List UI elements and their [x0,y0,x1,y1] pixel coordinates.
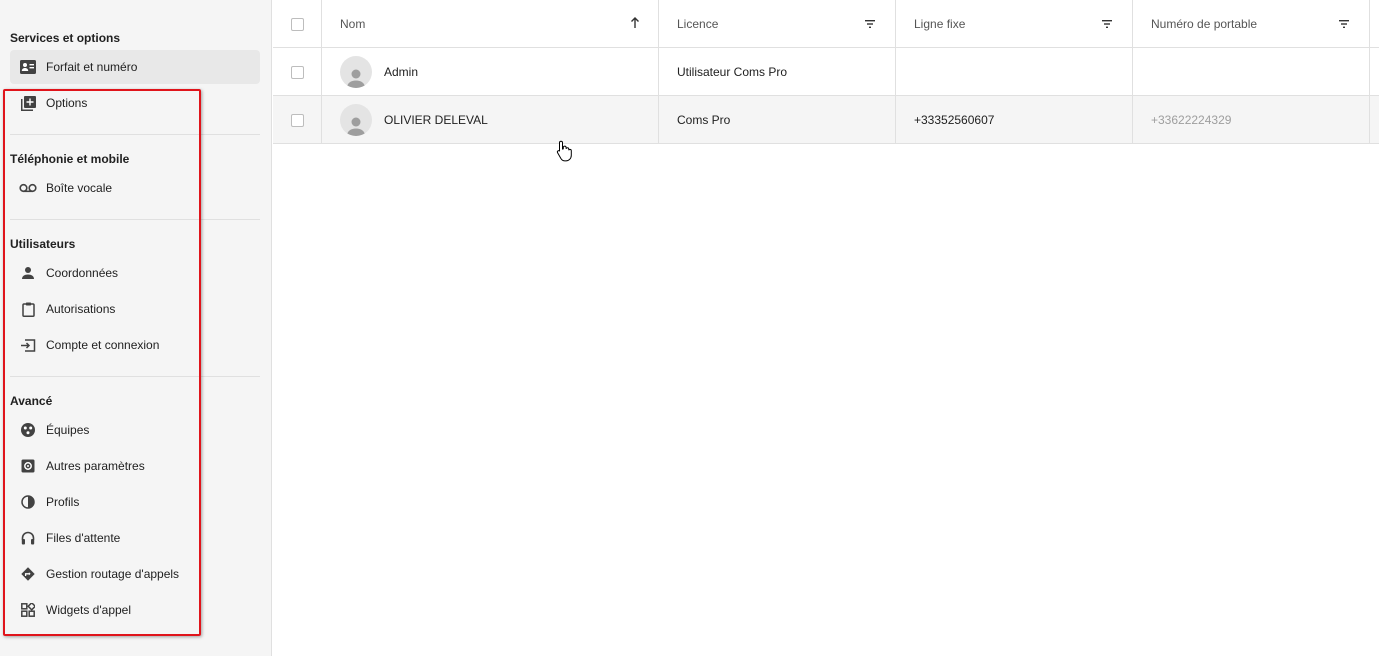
voicemail-icon [10,183,46,193]
library-add-icon [10,95,46,111]
sidebar-item-label: Widgets d'appel [46,603,132,617]
avatar [340,104,372,136]
column-header-extra [1370,0,1379,48]
cell-licence: Coms Pro [659,96,896,144]
avatar [340,56,372,88]
licence-value: Coms Pro [677,113,731,127]
person-icon [10,267,46,279]
sidebar-item-files-attente[interactable]: Files d'attente [10,521,260,555]
column-header-ligne-fixe[interactable]: Ligne fixe [896,0,1133,48]
select-all-checkbox[interactable] [290,17,304,31]
sidebar-item-coordonnees[interactable]: Coordonnées [10,256,260,290]
sidebar-item-widgets[interactable]: Widgets d'appel [10,593,260,627]
sidebar-item-label: Boîte vocale [46,181,113,195]
sidebar-item-label: Options [46,96,88,110]
cell-ligne-fixe [896,48,1133,96]
sidebar-item-compte[interactable]: Compte et connexion [10,328,260,362]
directions-icon [10,567,46,581]
sidebar-item-boite-vocale[interactable]: Boîte vocale [10,171,260,205]
sidebar-item-label: Profils [46,495,80,509]
licence-value: Utilisateur Coms Pro [677,65,788,79]
sidebar-divider [10,376,260,377]
cell-nom: OLIVIER DELEVAL [322,96,659,144]
user-name: Admin [384,65,419,79]
cell-licence: Utilisateur Coms Pro [659,48,896,96]
section-title-utilisateurs: Utilisateurs [10,237,76,251]
sidebar-item-routage[interactable]: Gestion routage d'appels [10,557,260,591]
ligne-fixe-value: +33352560607 [914,113,995,127]
sidebar-item-label: Coordonnées [46,266,119,280]
sidebar-item-label: Files d'attente [46,531,121,545]
cell-portable: +33622224329 [1133,96,1370,144]
row-checkbox-cell [273,96,322,144]
sidebar-item-forfait[interactable]: Forfait et numéro [10,50,260,84]
sidebar-divider [10,134,260,135]
sidebar-item-options[interactable]: Options [10,86,260,120]
widgets-icon [10,603,46,617]
sidebar-item-profils[interactable]: Profils [10,485,260,519]
column-header-portable[interactable]: Numéro de portable [1133,0,1370,48]
sidebar-item-equipes[interactable]: Équipes [10,413,260,447]
table-row[interactable]: OLIVIER DELEVAL Coms Pro +33352560607 +3… [273,96,1379,144]
contrast-icon [10,495,46,509]
section-title-telephonie: Téléphonie et mobile [10,152,130,166]
column-header-label: Licence [677,17,719,31]
sidebar-item-autorisations[interactable]: Autorisations [10,292,260,326]
cell-ligne-fixe: +33352560607 [896,96,1133,144]
settings-box-icon [10,459,46,473]
headset-icon [10,531,46,545]
clipboard-icon [10,302,46,317]
cell-portable [1133,48,1370,96]
user-name: OLIVIER DELEVAL [384,113,488,127]
contact-card-icon [10,60,46,74]
cell-extra [1370,96,1379,144]
sidebar: Services et options Forfait et numéro Op… [0,0,272,656]
filter-icon[interactable] [1102,17,1112,31]
sort-arrow-up-icon[interactable] [630,17,640,31]
filter-icon[interactable] [1339,17,1349,31]
sidebar-item-label: Autres paramètres [46,459,145,473]
cell-extra [1370,48,1379,96]
table-header: Nom Licence Ligne fixe Numéro de portabl… [273,0,1379,48]
row-checkbox-cell [273,48,322,96]
sidebar-item-label: Équipes [46,423,90,437]
groups-icon [10,423,46,437]
section-title-avance: Avancé [10,394,53,408]
sidebar-item-autres-parametres[interactable]: Autres paramètres [10,449,260,483]
row-checkbox[interactable] [290,113,304,127]
sidebar-item-label: Autorisations [46,302,116,316]
sidebar-item-label: Compte et connexion [46,338,160,352]
column-header-label: Numéro de portable [1151,17,1258,31]
table-row[interactable]: Admin Utilisateur Coms Pro [273,48,1379,96]
header-checkbox-cell [273,0,322,48]
column-header-nom[interactable]: Nom [322,0,659,48]
portable-value: +33622224329 [1151,113,1232,127]
sidebar-item-label: Gestion routage d'appels [46,567,180,581]
column-header-label: Ligne fixe [914,17,966,31]
sidebar-divider [10,219,260,220]
column-header-licence[interactable]: Licence [659,0,896,48]
cell-nom: Admin [322,48,659,96]
row-checkbox[interactable] [290,65,304,79]
section-title-services: Services et options [10,31,121,45]
sidebar-item-label: Forfait et numéro [46,60,138,74]
users-table: Nom Licence Ligne fixe Numéro de portabl… [273,0,1379,144]
column-header-label: Nom [340,17,366,31]
login-icon [10,338,46,352]
filter-icon[interactable] [865,17,875,31]
